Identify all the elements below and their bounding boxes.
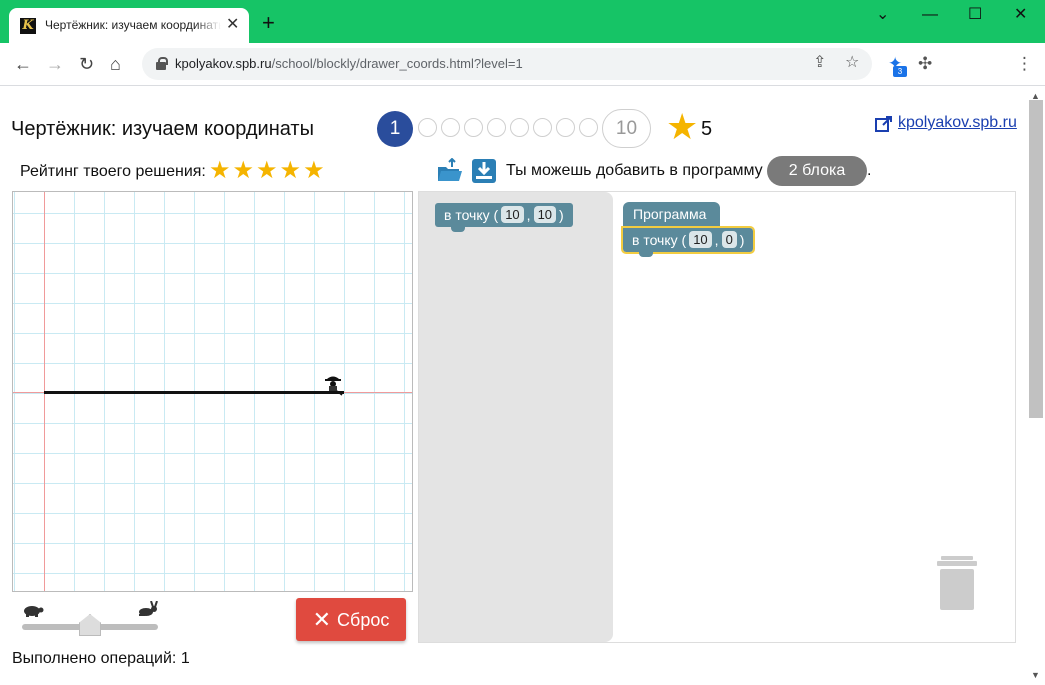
block-x-field[interactable]: 10 [501, 206, 524, 223]
site-favicon-icon: K [20, 18, 36, 34]
block-notch [451, 226, 465, 232]
address-bar[interactable]: kpolyakov.spb.ru/school/blockly/drawer_c… [142, 48, 872, 80]
maximize-icon[interactable]: ☐ [968, 6, 982, 24]
url-text[interactable]: kpolyakov.spb.ru/school/blockly/drawer_c… [175, 56, 523, 71]
block-separator: , [526, 207, 531, 223]
close-x-icon: ✕ [312, 607, 332, 632]
extension-badge: 3 [893, 66, 907, 77]
block-notch [639, 251, 653, 257]
star-icon: ★ [666, 106, 699, 147]
rabbit-icon [137, 600, 159, 622]
turtle-icon [22, 603, 44, 622]
page-scrollbar-thumb[interactable] [1029, 100, 1043, 418]
block-y-field[interactable]: 10 [533, 206, 557, 223]
trash-icon[interactable] [937, 556, 977, 610]
level-dot[interactable] [418, 118, 437, 137]
open-folder-icon[interactable] [437, 158, 463, 184]
rating-stars: ★★★★★ [209, 157, 327, 184]
speed-slider-thumb[interactable] [79, 614, 101, 636]
home-icon[interactable]: ⌂ [110, 54, 121, 74]
block-close-paren: ) [559, 207, 564, 223]
forward-icon[interactable]: → [46, 54, 64, 74]
page-title: Чертёжник: изучаем координаты [11, 118, 314, 140]
level-dot[interactable] [579, 118, 598, 137]
drawer-character-icon [325, 376, 343, 396]
block-label: в точку ( [444, 207, 499, 223]
bookmark-star-icon[interactable]: ☆ [845, 54, 859, 72]
reload-icon[interactable]: ↻ [79, 54, 94, 74]
star-count: 5 [701, 118, 713, 140]
program-move-to-point-block[interactable]: в точку (10, 0) [620, 226, 756, 257]
minimize-icon[interactable]: — [922, 6, 938, 24]
extensions-puzzle-icon[interactable]: ✣ [918, 55, 932, 73]
external-link-icon[interactable] [875, 115, 893, 133]
browser-titlebar: K Чертёжник: изучаем координаты ✕ + ⌄ — … [0, 0, 1045, 43]
tab-title: Чертёжник: изучаем координаты [45, 18, 221, 32]
block-separator: , [714, 232, 719, 248]
operations-count: Выполнено операций: 1 [12, 650, 190, 667]
save-download-icon[interactable] [471, 158, 497, 184]
new-tab-button[interactable]: + [262, 12, 275, 34]
level-dot[interactable] [487, 118, 506, 137]
level-dot[interactable] [464, 118, 483, 137]
reset-button[interactable]: ✕ Сброс [296, 598, 406, 641]
drawn-line [44, 391, 344, 394]
blocks-hint-text: Ты можешь добавить в программу [506, 162, 763, 179]
browser-toolbar: ← → ↻ ⌂ kpolyakov.spb.ru/school/blockly/… [0, 43, 1045, 86]
tab-search-dropdown-icon[interactable]: ⌄ [876, 6, 889, 24]
block-label: в точку ( [632, 232, 687, 248]
toolbox-move-to-point-block[interactable]: в точку (10, 10) [435, 203, 573, 232]
blockly-workspace[interactable]: в точку (10, 10) Программа в точку (10, 0) [418, 191, 1016, 643]
level-dot[interactable] [510, 118, 529, 137]
drawing-canvas [12, 191, 413, 592]
block-y-field[interactable]: 0 [721, 231, 737, 248]
browser-tab[interactable]: K Чертёжник: изучаем координаты ✕ [9, 8, 249, 43]
rating-label: Рейтинг твоего решения: [20, 163, 206, 180]
level-current[interactable]: 1 [377, 111, 413, 147]
level-dot[interactable] [533, 118, 552, 137]
level-dot[interactable] [441, 118, 460, 137]
browser-menu-icon[interactable]: ⋮ [1016, 55, 1033, 73]
program-hat-block[interactable]: Программа [623, 202, 720, 226]
level-dot[interactable] [556, 118, 575, 137]
back-icon[interactable]: ← [14, 54, 32, 74]
block-x-field[interactable]: 10 [689, 231, 712, 248]
share-icon[interactable]: ⇪ [813, 54, 826, 72]
lock-icon[interactable] [156, 57, 168, 70]
level-last[interactable]: 10 [602, 109, 651, 148]
block-toolbox-flyout: в точку (10, 10) [419, 192, 613, 642]
reset-label: Сброс [337, 610, 390, 630]
blocks-left-badge: 2 блока [767, 156, 867, 186]
hint-period: . [867, 162, 872, 179]
block-close-paren: ) [739, 232, 745, 248]
tab-close-icon[interactable]: ✕ [226, 16, 239, 34]
site-link[interactable]: kpolyakov.spb.ru [898, 114, 1017, 132]
close-window-icon[interactable]: ✕ [1014, 6, 1027, 24]
scroll-down-icon[interactable]: ▼ [1031, 670, 1040, 680]
